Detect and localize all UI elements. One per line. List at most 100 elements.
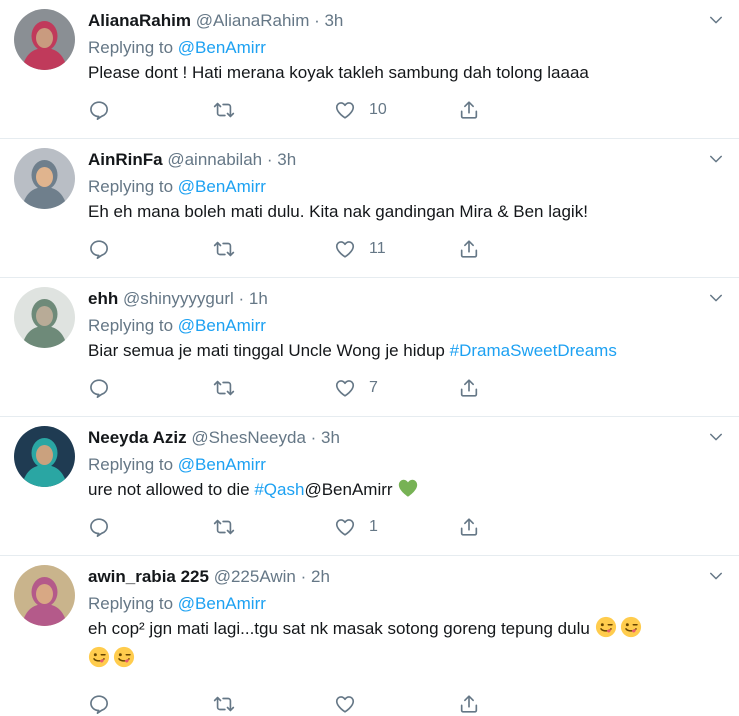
avatar[interactable] — [14, 565, 75, 626]
retweet-button[interactable] — [213, 238, 235, 260]
tweet-text-tail: @BenAmirr — [304, 480, 398, 499]
green-heart-emoji — [397, 477, 419, 507]
user-handle[interactable]: @shinyyyygurl — [123, 289, 234, 308]
like-button[interactable] — [334, 693, 369, 715]
share-button[interactable] — [458, 693, 480, 715]
reply-button[interactable] — [88, 693, 110, 715]
winking-tongue-emoji — [88, 646, 110, 676]
tweet-content: awin_rabia 225 @225Awin · 2h Replying to … — [88, 565, 725, 676]
display-name[interactable]: AlianaRahim — [88, 11, 191, 30]
display-name[interactable]: AinRinFa — [88, 150, 163, 169]
avatar[interactable] — [14, 287, 75, 348]
retweet-button[interactable] — [213, 693, 235, 715]
tweet[interactable]: awin_rabia 225 @225Awin · 2h Replying to … — [0, 556, 739, 696]
user-handle[interactable]: @ainnabilah — [167, 150, 262, 169]
tweet-text: eh cop² jgn mati lagi...tgu sat nk masak… — [88, 616, 725, 676]
share-icon — [458, 693, 480, 715]
timestamp[interactable]: 3h — [324, 11, 343, 30]
share-button[interactable] — [458, 516, 480, 538]
retweet-icon — [213, 238, 235, 260]
timestamp[interactable]: 3h — [277, 150, 296, 169]
mention-link[interactable]: @BenAmirr — [178, 455, 266, 474]
retweet-button[interactable] — [213, 377, 235, 399]
avatar-face — [36, 445, 53, 465]
tweet-header: awin_rabia 225 @225Awin · 2h — [88, 565, 725, 589]
tweet-text-body: Please dont ! Hati merana koyak takleh s… — [88, 63, 589, 82]
like-count: 1 — [369, 518, 378, 535]
avatar[interactable] — [14, 9, 75, 70]
separator-dot: · — [262, 150, 278, 169]
retweet-icon — [213, 99, 235, 121]
avatar-face — [36, 167, 53, 187]
like-count: 7 — [369, 379, 378, 396]
avatar[interactable] — [14, 148, 75, 209]
tweet-content: AinRinFa @ainnabilah · 3h Replying to @Be… — [88, 148, 725, 225]
reply-icon — [88, 377, 110, 399]
tweet[interactable]: Neeyda Aziz @ShesNeeyda · 3h Replying to … — [0, 417, 739, 556]
display-name[interactable]: Neeyda Aziz — [88, 428, 187, 447]
share-button[interactable] — [458, 99, 480, 121]
reply-button[interactable] — [88, 516, 110, 538]
tweet-text: ure not allowed to die #Qash@BenAmirr — [88, 477, 725, 507]
retweet-button[interactable] — [213, 99, 235, 121]
avatar-face — [36, 584, 53, 604]
caret-down-icon[interactable] — [707, 289, 725, 307]
caret-down-icon[interactable] — [707, 567, 725, 585]
reply-icon — [88, 238, 110, 260]
share-button[interactable] — [458, 377, 480, 399]
mention-link[interactable]: @BenAmirr — [178, 316, 266, 335]
user-handle[interactable]: @ShesNeeyda — [191, 428, 306, 447]
tweet-text-body: Biar semua je mati tinggal Uncle Wong je… — [88, 341, 450, 360]
tweet[interactable]: AlianaRahim @AlianaRahim · 3h Replying to… — [0, 0, 739, 139]
hashtag-link[interactable]: #Qash — [254, 480, 304, 499]
like-icon — [334, 693, 356, 715]
tweet-actions: 11 — [88, 237, 725, 261]
like-button[interactable]: 7 — [334, 377, 378, 399]
tweet-text: Eh eh mana boleh mati dulu. Kita nak gan… — [88, 199, 725, 225]
replying-to-label: Replying to — [88, 455, 174, 474]
mention-link[interactable]: @BenAmirr — [178, 177, 266, 196]
share-icon — [458, 99, 480, 121]
share-icon — [458, 377, 480, 399]
user-handle[interactable]: @AlianaRahim — [196, 11, 310, 30]
separator-dot: · — [309, 11, 325, 30]
user-handle[interactable]: @225Awin — [214, 567, 296, 586]
reply-button[interactable] — [88, 99, 110, 121]
replying-to-label: Replying to — [88, 177, 174, 196]
share-button[interactable] — [458, 238, 480, 260]
tweet[interactable]: ehh @shinyyyygurl · 1h Replying to @BenAm… — [0, 278, 739, 417]
like-button[interactable]: 10 — [334, 99, 387, 121]
tweet-header: AlianaRahim @AlianaRahim · 3h — [88, 9, 725, 33]
caret-down-icon[interactable] — [707, 428, 725, 446]
reply-button[interactable] — [88, 377, 110, 399]
like-icon — [334, 516, 356, 538]
mention-link[interactable]: @BenAmirr — [178, 38, 266, 57]
caret-down-icon[interactable] — [707, 150, 725, 168]
replying-to-label: Replying to — [88, 594, 174, 613]
timestamp[interactable]: 2h — [311, 567, 330, 586]
avatar-face — [36, 306, 53, 326]
like-count: 11 — [369, 240, 386, 257]
retweet-button[interactable] — [213, 516, 235, 538]
avatar[interactable] — [14, 426, 75, 487]
display-name[interactable]: awin_rabia 225 — [88, 567, 209, 586]
like-button[interactable]: 1 — [334, 516, 378, 538]
tweet-actions: 7 — [88, 376, 725, 400]
tweet-text-body: eh cop² jgn mati lagi...tgu sat nk masak… — [88, 619, 595, 638]
winking-tongue-emoji — [595, 616, 617, 646]
reply-button[interactable] — [88, 238, 110, 260]
mention-link[interactable]: @BenAmirr — [178, 594, 266, 613]
display-name[interactable]: ehh — [88, 289, 118, 308]
tweet[interactable]: AinRinFa @ainnabilah · 3h Replying to @Be… — [0, 139, 739, 278]
replying-to: Replying to @BenAmirr — [88, 314, 725, 338]
timestamp[interactable]: 3h — [321, 428, 340, 447]
timestamp[interactable]: 1h — [249, 289, 268, 308]
tweet-text-body: Eh eh mana boleh mati dulu. Kita nak gan… — [88, 202, 588, 221]
replying-to: Replying to @BenAmirr — [88, 175, 725, 199]
like-button[interactable]: 11 — [334, 238, 386, 260]
replying-to: Replying to @BenAmirr — [88, 592, 725, 616]
tweet-actions: 1 — [88, 515, 725, 539]
caret-down-icon[interactable] — [707, 11, 725, 29]
retweet-icon — [213, 516, 235, 538]
hashtag-link[interactable]: #DramaSweetDreams — [450, 341, 617, 360]
